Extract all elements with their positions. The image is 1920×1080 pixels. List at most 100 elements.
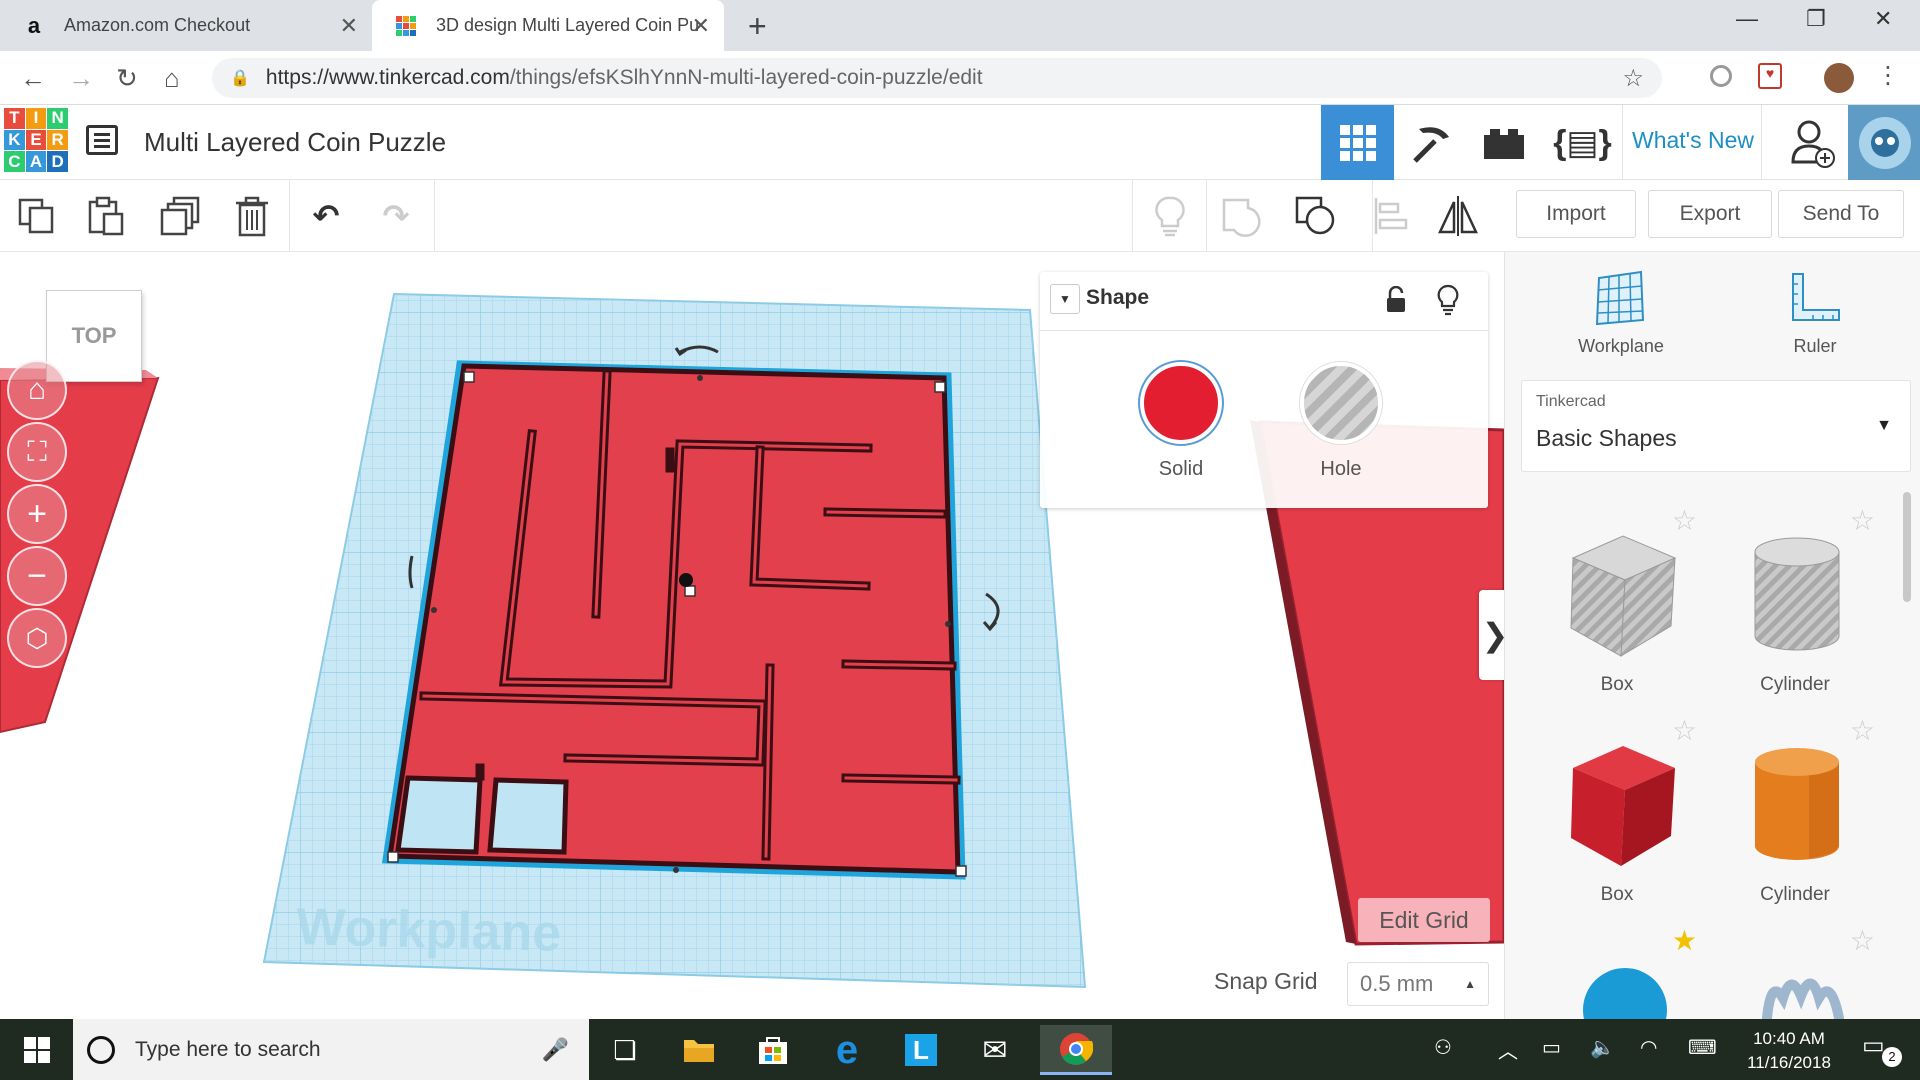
chrome-button[interactable] <box>1040 1025 1112 1075</box>
blocks-view-button[interactable] <box>1394 105 1467 180</box>
collapse-inspector-button[interactable]: ▼ <box>1050 284 1080 314</box>
tab-tinkercad[interactable]: 3D design Multi Layered Coin Pu ✕ <box>372 0 724 51</box>
task-view-button[interactable]: ❏ <box>588 1025 662 1075</box>
tinkercad-logo[interactable]: T I N K E R C A D <box>4 108 68 172</box>
paste-button[interactable] <box>84 194 128 238</box>
maze-object[interactable] <box>381 360 967 880</box>
tab-amazon-checkout[interactable]: a Amazon.com Checkout ✕ <box>0 0 372 51</box>
notes-button[interactable] <box>1148 194 1192 238</box>
user-avatar[interactable] <box>1848 105 1920 180</box>
mirror-button[interactable] <box>1436 194 1480 238</box>
redo-button[interactable]: ↷ <box>374 194 418 238</box>
lock-icon[interactable] <box>1384 285 1408 319</box>
align-button[interactable] <box>1368 194 1412 238</box>
codeblocks-button[interactable]: {▤} <box>1546 105 1619 180</box>
edge-button[interactable]: e <box>810 1025 884 1075</box>
close-icon[interactable]: ✕ <box>692 13 710 39</box>
microphone-icon[interactable]: 🎤 <box>542 1037 569 1063</box>
shape-sphere[interactable]: ★ <box>1527 925 1707 1019</box>
edit-grid-button[interactable]: Edit Grid <box>1358 898 1490 942</box>
windows-start-button[interactable] <box>0 1025 74 1075</box>
snap-grid-select[interactable]: 0.5 mm ▲ <box>1347 962 1489 1006</box>
design-title[interactable]: Multi Layered Coin Puzzle <box>144 127 446 158</box>
taskbar-search[interactable]: Type here to search 🎤 <box>73 1019 589 1080</box>
store-button[interactable] <box>736 1025 810 1075</box>
shape-box-solid[interactable]: ☆ Box <box>1527 715 1707 918</box>
3d-workspace[interactable]: Workplane TOP ⌂ ⛶ + − ⬡ ▼ Shape Solid Ho… <box>0 252 1504 1019</box>
send-to-button[interactable]: Send To <box>1778 190 1904 238</box>
logo-letter: A <box>25 151 47 172</box>
battery-icon[interactable]: ▭ <box>1542 1035 1561 1060</box>
hole-swatch[interactable] <box>1300 362 1382 444</box>
shape-scribble[interactable]: ☆ <box>1705 925 1885 1019</box>
collapse-panel-button[interactable]: ❯ <box>1479 590 1504 680</box>
delete-button[interactable] <box>230 194 274 238</box>
menu-dots-icon[interactable]: ⋮ <box>1876 61 1900 90</box>
url-field[interactable]: 🔒 https://www.tinkercad.com/things/efsKS… <box>212 58 1662 98</box>
add-user-button[interactable] <box>1776 105 1849 180</box>
shape-box-hole[interactable]: ☆ Box <box>1527 505 1707 708</box>
shape-library-select[interactable]: Tinkercad Basic Shapes ▼ <box>1521 380 1911 472</box>
whats-new-label[interactable]: What's New <box>1632 127 1754 154</box>
volume-icon[interactable]: 🔈 <box>1590 1035 1615 1060</box>
chevron-up-icon[interactable]: ︿ <box>1498 1035 1518 1064</box>
solid-label[interactable]: Solid <box>1121 458 1241 481</box>
reload-icon[interactable]: ↻ <box>116 63 138 94</box>
view-cube[interactable]: TOP <box>46 290 142 382</box>
restore-icon[interactable]: ❐ <box>1806 6 1826 32</box>
home-view-button[interactable]: ⌂ <box>7 360 67 420</box>
bookmark-star-icon[interactable]: ☆ <box>1622 64 1644 93</box>
workplane-button[interactable]: Workplane <box>1551 270 1691 370</box>
minimize-icon[interactable]: — <box>1736 6 1758 32</box>
url-path: /things/efsKSlhYnnN-multi-layered-coin-p… <box>509 66 983 89</box>
favorite-star-icon[interactable]: ★ <box>1672 924 1697 957</box>
shape-label: Cylinder <box>1760 674 1830 695</box>
perspective-button[interactable]: ⬡ <box>7 608 67 668</box>
profile-avatar[interactable] <box>1824 63 1854 93</box>
close-icon[interactable]: ✕ <box>340 13 358 39</box>
workplane-watermark: Workplane <box>296 898 562 963</box>
cortana-icon <box>87 1035 115 1064</box>
ungroup-icon <box>1295 196 1335 235</box>
fit-view-button[interactable]: ⛶ <box>7 422 67 482</box>
shape-cylinder-hole[interactable]: ☆ Cylinder <box>1705 505 1885 708</box>
solid-color-swatch[interactable] <box>1140 362 1222 444</box>
mail-button[interactable]: ✉ <box>958 1025 1032 1075</box>
close-window-icon[interactable]: ✕ <box>1874 6 1892 32</box>
home-icon[interactable]: ⌂ <box>164 63 180 94</box>
ruler-button[interactable]: Ruler <box>1745 270 1885 370</box>
back-icon[interactable]: ← <box>20 63 46 94</box>
file-explorer-button[interactable] <box>662 1025 736 1075</box>
shape-cylinder-solid[interactable]: ☆ Cylinder <box>1705 715 1885 918</box>
export-button[interactable]: Export <box>1648 190 1772 238</box>
extension-icon[interactable] <box>1710 65 1732 87</box>
undo-button[interactable]: ↶ <box>304 194 348 238</box>
home-icon: ⌂ <box>27 373 47 406</box>
zoom-in-button[interactable]: + <box>7 484 67 544</box>
app-l-button[interactable]: L <box>884 1025 958 1075</box>
favorite-star-icon[interactable]: ☆ <box>1850 714 1875 747</box>
ungroup-button[interactable] <box>1294 194 1338 238</box>
clock[interactable]: 10:40 AM 11/16/2018 <box>1734 1027 1844 1075</box>
trash-icon <box>236 196 268 237</box>
people-icon[interactable]: ⚇ <box>1434 1035 1452 1060</box>
panel-scrollbar[interactable] <box>1903 492 1911 602</box>
lightbulb-icon[interactable] <box>1436 284 1460 321</box>
forward-icon[interactable]: → <box>68 63 94 94</box>
keyboard-icon[interactable]: ⌨ <box>1688 1035 1717 1060</box>
favorite-star-icon[interactable]: ☆ <box>1850 504 1875 537</box>
duplicate-button[interactable] <box>158 194 202 238</box>
group-button[interactable] <box>1220 194 1264 238</box>
copy-button[interactable] <box>14 194 58 238</box>
3d-view-button[interactable] <box>1321 105 1394 180</box>
wifi-icon[interactable]: ◠ <box>1640 1035 1657 1060</box>
new-tab-icon[interactable]: + <box>748 8 767 45</box>
zoom-out-button[interactable]: − <box>7 546 67 606</box>
favorite-star-icon[interactable]: ☆ <box>1850 924 1875 957</box>
hole-label[interactable]: Hole <box>1281 458 1401 481</box>
bricks-view-button[interactable] <box>1467 105 1540 180</box>
pocket-icon[interactable]: ♥ <box>1758 63 1782 89</box>
action-center-button[interactable]: ▭ 2 <box>1862 1031 1902 1067</box>
import-button[interactable]: Import <box>1516 190 1636 238</box>
design-list-icon[interactable] <box>86 125 118 155</box>
